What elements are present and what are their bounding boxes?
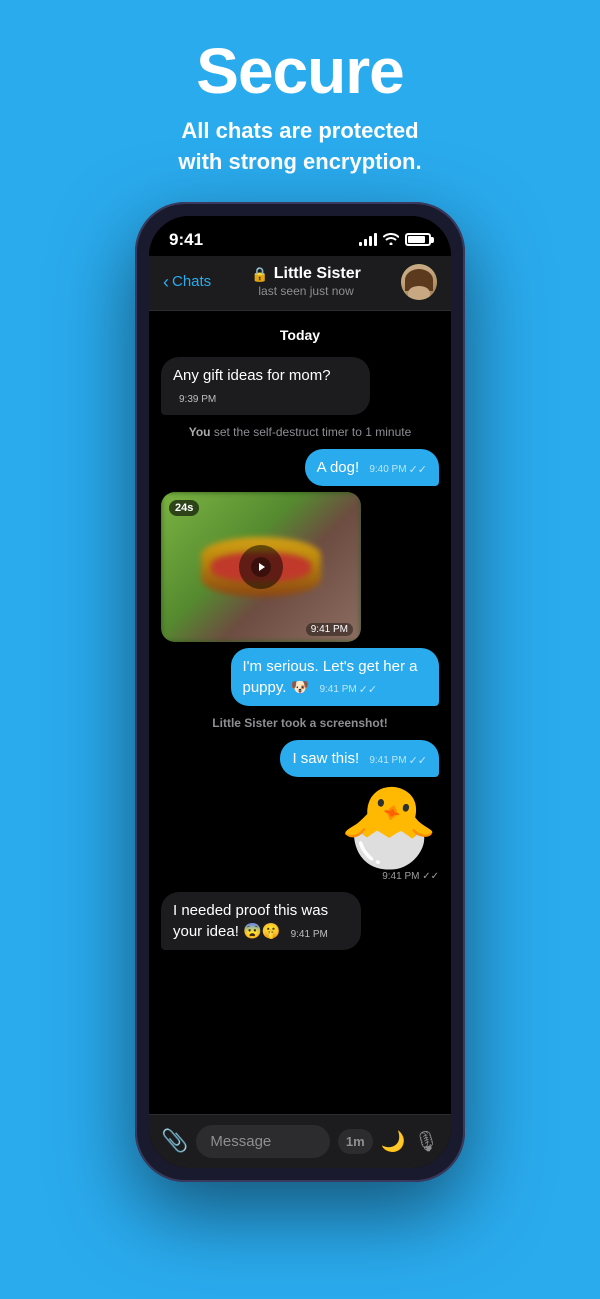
input-area: 📎 Message 1m 🌙 🎙 bbox=[149, 1114, 451, 1168]
system-msg-1-text: set the self-destruct timer to 1 minute bbox=[214, 425, 411, 439]
msg5-time: 9:41 PM bbox=[291, 928, 328, 942]
back-chevron-icon: ‹ bbox=[163, 273, 169, 291]
status-time: 9:41 bbox=[169, 230, 203, 250]
phone-wrapper: 9:41 ‹ bbox=[135, 202, 465, 1182]
contact-status: last seen just now bbox=[221, 284, 391, 298]
msg3-time: 9:41 PM ✓✓ bbox=[319, 683, 377, 698]
mic-button[interactable]: 🎙 bbox=[414, 1129, 439, 1154]
message-placeholder: Message bbox=[210, 1133, 271, 1150]
msg4-text: I saw this! bbox=[292, 750, 359, 767]
message-sent-3: I saw this! 9:41 PM ✓✓ bbox=[161, 740, 439, 777]
wifi-icon bbox=[383, 232, 399, 248]
hero-section: Secure All chats are protectedwith stron… bbox=[0, 0, 600, 202]
photo-bubble[interactable]: 24s 9:41 PM bbox=[161, 492, 361, 642]
sticker-time: 9:41 PM ✓✓ bbox=[339, 871, 439, 882]
double-check-icon-2: ✓✓ bbox=[359, 683, 377, 698]
message-sent-1: A dog! 9:40 PM ✓✓ bbox=[161, 449, 439, 486]
double-check-icon: ✓✓ bbox=[409, 463, 427, 478]
bubble-received-2: I needed proof this was your idea! 😨🤫 9:… bbox=[161, 892, 361, 950]
contact-name: 🔒 Little Sister bbox=[221, 265, 391, 283]
message-received-1: Any gift ideas for mom? 9:39 PM bbox=[161, 357, 439, 415]
message-sent-2: I'm serious. Let's get her a puppy. 🐶 9:… bbox=[161, 648, 439, 706]
back-button[interactable]: ‹ Chats bbox=[163, 273, 211, 291]
battery-icon bbox=[405, 233, 431, 246]
msg2-time: 9:40 PM ✓✓ bbox=[369, 463, 427, 478]
hero-title: Secure bbox=[20, 36, 580, 106]
attach-button[interactable]: 📎 bbox=[161, 1128, 188, 1154]
sticker-image: 🐣 9:41 PM ✓✓ bbox=[339, 787, 439, 882]
timer-label: 1m bbox=[346, 1134, 365, 1149]
message-received-2: I needed proof this was your idea! 😨🤫 9:… bbox=[161, 892, 439, 950]
msg2-text: A dog! bbox=[317, 459, 360, 476]
bubble-sent-1: A dog! 9:40 PM ✓✓ bbox=[305, 449, 439, 486]
hero-subtitle: All chats are protectedwith strong encry… bbox=[20, 116, 580, 178]
sticker-emoji: 🐣 bbox=[339, 787, 439, 867]
date-divider: Today bbox=[161, 327, 439, 345]
date-text: Today bbox=[280, 327, 320, 343]
msg1-text: Any gift ideas for mom? bbox=[173, 367, 331, 384]
system-msg-you: You bbox=[189, 425, 211, 439]
signal-icon bbox=[359, 233, 377, 246]
timer-button[interactable]: 1m bbox=[338, 1129, 373, 1154]
timer-badge-text: 24s bbox=[175, 502, 193, 514]
status-bar: 9:41 bbox=[149, 216, 451, 256]
moon-button[interactable]: 🌙 bbox=[381, 1129, 406, 1154]
photo-time: 9:41 PM bbox=[306, 623, 353, 636]
play-button[interactable] bbox=[239, 545, 283, 589]
bubble-sent-2: I'm serious. Let's get her a puppy. 🐶 9:… bbox=[231, 648, 440, 706]
lock-icon: 🔒 bbox=[251, 266, 268, 283]
chat-header: ‹ Chats 🔒 Little Sister last seen just n… bbox=[149, 256, 451, 311]
sticker-area: 🐣 9:41 PM ✓✓ bbox=[161, 787, 439, 882]
double-check-icon-3: ✓✓ bbox=[409, 754, 427, 769]
msg4-time: 9:41 PM ✓✓ bbox=[369, 754, 427, 769]
screenshot-notice: Little Sister took a screenshot! bbox=[161, 716, 439, 730]
phone-screen: 9:41 ‹ bbox=[149, 216, 451, 1168]
messages-area[interactable]: Today Any gift ideas for mom? 9:39 PM Yo… bbox=[149, 311, 451, 1114]
timer-badge: 24s bbox=[169, 500, 199, 516]
screenshot-name: Little Sister bbox=[212, 716, 277, 730]
system-message-1: You set the self-destruct timer to 1 min… bbox=[161, 425, 439, 439]
chat-contact-info: 🔒 Little Sister last seen just now bbox=[221, 265, 391, 298]
msg1-time: 9:39 PM bbox=[179, 393, 216, 407]
back-label: Chats bbox=[172, 273, 211, 290]
bubble-sent-3: I saw this! 9:41 PM ✓✓ bbox=[280, 740, 439, 777]
bubble-received-1: Any gift ideas for mom? 9:39 PM bbox=[161, 357, 370, 415]
screenshot-text: took a screenshot! bbox=[281, 716, 388, 730]
message-input[interactable]: Message bbox=[196, 1125, 330, 1158]
avatar[interactable] bbox=[401, 264, 437, 300]
status-icons bbox=[359, 232, 431, 248]
photo-message: 24s 9:41 PM bbox=[161, 492, 439, 642]
